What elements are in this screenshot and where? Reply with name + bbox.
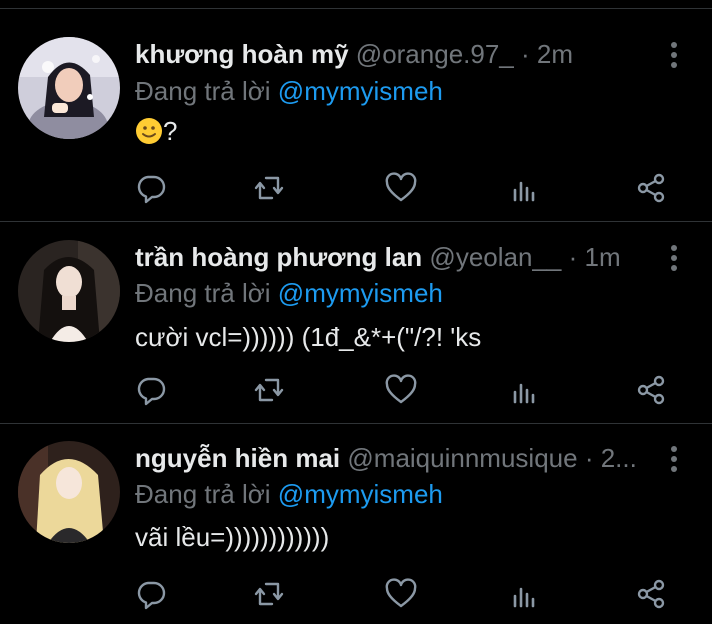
reply-prefix: Đang trả lời: [135, 278, 271, 308]
tweet-reply[interactable]: trần hoàng phương lan @yeolan__ · 1m Đan…: [0, 222, 712, 423]
tweet-reply[interactable]: khương hoàn mỹ @orange.97_ · 2m Đang trả…: [0, 0, 712, 221]
reply-mention-link[interactable]: @mymyismeh: [278, 479, 443, 509]
views-icon[interactable]: [505, 370, 545, 410]
timestamp[interactable]: 1m: [585, 242, 621, 272]
tweet-text: vãi lều=)))))))))))): [135, 520, 329, 554]
more-options-icon[interactable]: [670, 245, 678, 275]
reply-icon[interactable]: [131, 574, 171, 614]
retweet-icon[interactable]: [249, 168, 289, 208]
reply-context: Đang trả lời @mymyismeh: [135, 74, 443, 108]
tweet-actions: [0, 370, 712, 410]
tweet-text-content: vãi lều=)))))))))))): [135, 522, 330, 552]
reply-prefix: Đang trả lời: [135, 479, 271, 509]
display-name[interactable]: trần hoàng phương lan: [135, 242, 422, 272]
tweet-text-content: cười vcl=)))))) (1đ_&*+("/?! 'ks: [135, 322, 482, 352]
display-name[interactable]: nguyễn hiền mai: [135, 443, 340, 473]
share-icon[interactable]: [631, 370, 671, 410]
views-icon[interactable]: [505, 574, 545, 614]
reply-mention-link[interactable]: @mymyismeh: [278, 76, 443, 106]
tweet-text-content: ?: [163, 116, 178, 146]
reply-mention-link[interactable]: @mymyismeh: [278, 278, 443, 308]
avatar[interactable]: [18, 37, 120, 139]
avatar[interactable]: [18, 240, 120, 342]
retweet-icon[interactable]: [249, 370, 289, 410]
reply-context: Đang trả lời @mymyismeh: [135, 276, 443, 310]
tweet-header: khương hoàn mỹ @orange.97_ · 2m: [135, 37, 660, 71]
more-options-icon[interactable]: [670, 446, 678, 476]
share-icon[interactable]: [631, 168, 671, 208]
separator-dot: ·: [568, 242, 578, 272]
user-handle[interactable]: @yeolan__: [429, 242, 561, 272]
retweet-icon[interactable]: [249, 574, 289, 614]
avatar[interactable]: [18, 441, 120, 543]
reply-context: Đang trả lời @mymyismeh: [135, 477, 443, 511]
slightly-smiling-face-icon: [136, 118, 162, 144]
tweet-text: cười vcl=)))))) (1đ_&*+("/?! 'ks: [135, 320, 481, 354]
tweet-actions: [0, 574, 712, 614]
reply-icon[interactable]: [131, 370, 171, 410]
tweet-reply[interactable]: nguyễn hiền mai @maiquinnmusique · 2... …: [0, 424, 712, 624]
user-handle[interactable]: @orange.97_: [356, 39, 514, 69]
reply-prefix: Đang trả lời: [135, 76, 271, 106]
like-icon[interactable]: [381, 574, 421, 614]
like-icon[interactable]: [381, 168, 421, 208]
timestamp[interactable]: 2m: [537, 39, 573, 69]
share-icon[interactable]: [631, 574, 671, 614]
more-options-icon[interactable]: [670, 42, 678, 72]
separator-dot: ·: [521, 39, 530, 69]
timestamp[interactable]: 2...: [601, 443, 637, 473]
like-icon[interactable]: [381, 370, 421, 410]
tweet-header: nguyễn hiền mai @maiquinnmusique · 2...: [135, 441, 660, 475]
views-icon[interactable]: [505, 168, 545, 208]
tweet-header: trần hoàng phương lan @yeolan__ · 1m: [135, 240, 660, 274]
separator-dot: ·: [584, 443, 594, 473]
reply-icon[interactable]: [131, 168, 171, 208]
user-handle[interactable]: @maiquinnmusique: [347, 443, 577, 473]
tweet-actions: [0, 168, 712, 208]
display-name[interactable]: khương hoàn mỹ: [135, 39, 349, 69]
tweet-text: ?: [135, 114, 177, 148]
